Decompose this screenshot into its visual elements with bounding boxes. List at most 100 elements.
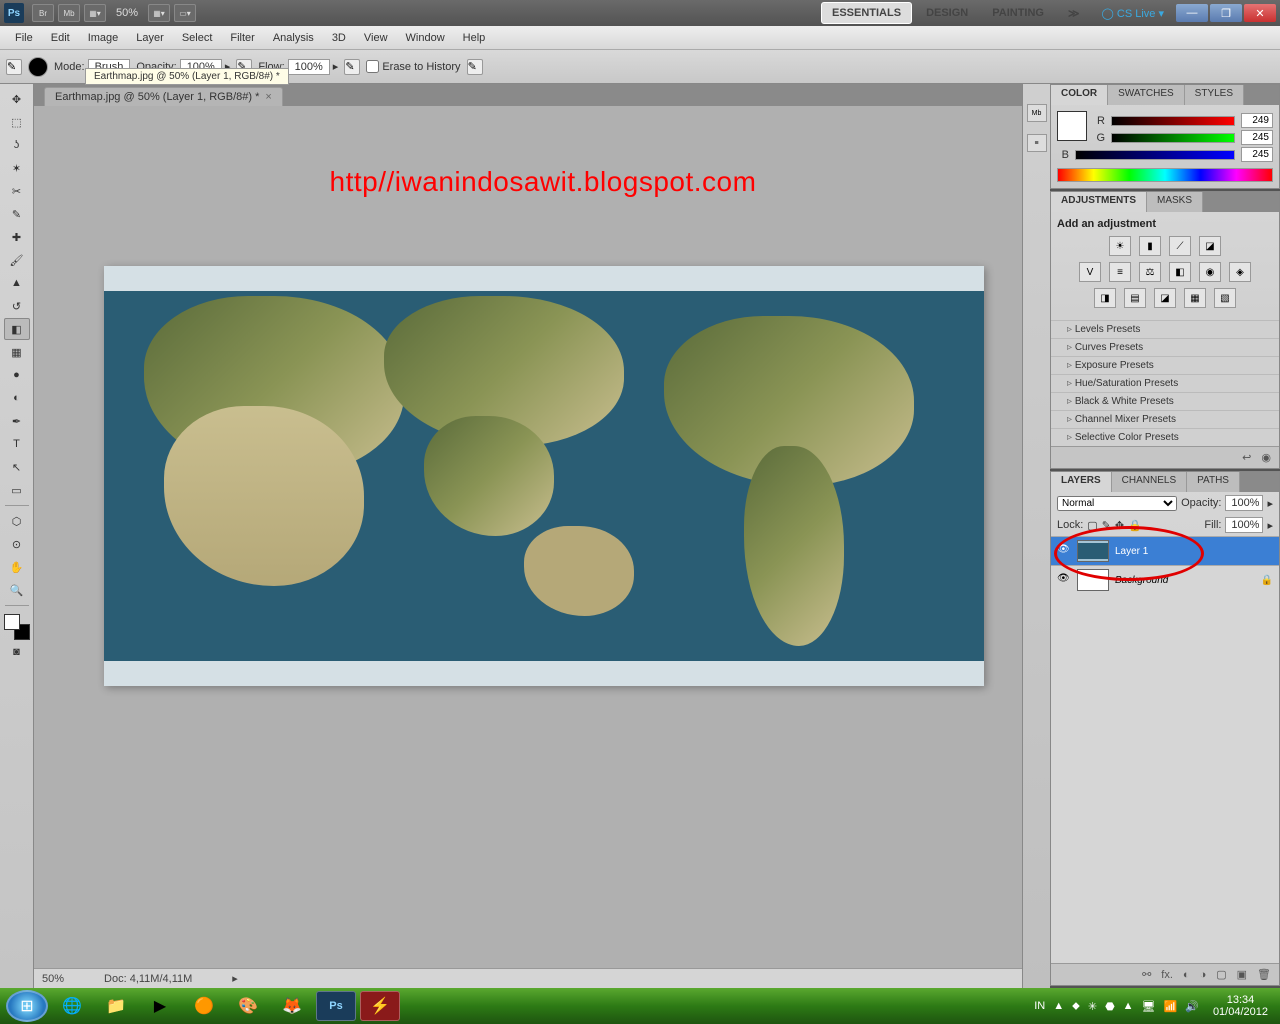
eyedropper-tool[interactable]: ✎ bbox=[4, 203, 30, 225]
preset-levels[interactable]: Levels Presets bbox=[1051, 320, 1279, 338]
3dcamera-tool[interactable]: ⊙ bbox=[4, 533, 30, 555]
tray-clock[interactable]: 13:34 01/04/2012 bbox=[1207, 994, 1274, 1018]
menu-window[interactable]: Window bbox=[397, 32, 454, 44]
status-doc-size[interactable]: Doc: 4,11M/4,11M bbox=[104, 973, 192, 985]
taskbar-ie-icon[interactable]: 🌐 bbox=[52, 991, 92, 1021]
layer-group-icon[interactable]: ▢ bbox=[1216, 968, 1226, 981]
zoom-tool[interactable]: 🔍 bbox=[4, 579, 30, 601]
pen-tool[interactable]: ✒ bbox=[4, 410, 30, 432]
brightness-icon[interactable]: ☀ bbox=[1109, 236, 1131, 256]
3d-tool[interactable]: ⬡ bbox=[4, 510, 30, 532]
adjustment-layer-icon[interactable]: ◑ bbox=[1200, 969, 1207, 981]
lock-pixels-icon[interactable]: ✎ bbox=[1102, 519, 1111, 532]
lock-position-icon[interactable]: ✥ bbox=[1115, 519, 1124, 532]
link-layers-icon[interactable]: ⚯ bbox=[1142, 968, 1151, 981]
b-slider[interactable] bbox=[1075, 150, 1235, 160]
layer-row-background[interactable]: 👁 Background 🔒 bbox=[1051, 565, 1279, 594]
taskbar-media-icon[interactable]: ▶ bbox=[140, 991, 180, 1021]
flow-input[interactable]: 100% bbox=[288, 59, 330, 75]
brush-tool[interactable]: 🖌 bbox=[4, 249, 30, 271]
preset-selectivecolor[interactable]: Selective Color Presets bbox=[1051, 428, 1279, 446]
tray-icon[interactable]: ⬥ bbox=[1072, 1000, 1080, 1013]
hue-icon[interactable]: ≡ bbox=[1109, 262, 1131, 282]
blend-mode-select[interactable]: Normal bbox=[1057, 496, 1177, 511]
preset-curves[interactable]: Curves Presets bbox=[1051, 338, 1279, 356]
channelmixer-icon[interactable]: ◈ bbox=[1229, 262, 1251, 282]
selectivecolor-icon[interactable]: ▧ bbox=[1214, 288, 1236, 308]
layer-fx-icon[interactable]: fx. bbox=[1161, 969, 1173, 981]
cslive-button[interactable]: ◯ CS Live ▾ bbox=[1102, 7, 1164, 20]
threshold-icon[interactable]: ◪ bbox=[1154, 288, 1176, 308]
minibridge-panel-icon[interactable]: Mb bbox=[1027, 104, 1047, 122]
foreground-color-swatch[interactable] bbox=[1057, 111, 1087, 141]
menu-view[interactable]: View bbox=[355, 32, 397, 44]
start-button[interactable]: ⊞ bbox=[6, 990, 48, 1022]
workspace-design[interactable]: DESIGN bbox=[916, 3, 978, 23]
taskbar-app1-icon[interactable]: 🟠 bbox=[184, 991, 224, 1021]
taskbar-flash-icon[interactable]: ⚡ bbox=[360, 991, 400, 1021]
adj-return-icon[interactable]: ↩ bbox=[1242, 451, 1251, 464]
viewextras-button[interactable]: ▦▾ bbox=[84, 4, 106, 22]
fill-input[interactable]: 100% bbox=[1225, 517, 1263, 533]
tab-adjustments[interactable]: ADJUSTMENTS bbox=[1051, 192, 1147, 212]
menu-3d[interactable]: 3D bbox=[323, 32, 355, 44]
color-spectrum[interactable] bbox=[1057, 168, 1273, 182]
tray-flag-icon[interactable]: ▲ bbox=[1053, 1000, 1064, 1012]
gradientmap-icon[interactable]: ▦ bbox=[1184, 288, 1206, 308]
menu-image[interactable]: Image bbox=[79, 32, 128, 44]
tablet-size-icon[interactable]: ✎ bbox=[467, 59, 483, 75]
visibility-icon[interactable]: 👁 bbox=[1057, 573, 1071, 587]
g-slider[interactable] bbox=[1111, 133, 1235, 143]
quickselect-tool[interactable]: ✶ bbox=[4, 157, 30, 179]
tray-network-icon[interactable]: 📶 bbox=[1164, 1000, 1178, 1013]
quickmask-tool[interactable]: ◙ bbox=[4, 641, 30, 663]
layer-mask-icon[interactable]: ◐ bbox=[1183, 969, 1190, 981]
tray-icon[interactable]: ✳ bbox=[1088, 1000, 1097, 1013]
lock-all-icon[interactable]: 🔒 bbox=[1128, 519, 1142, 532]
r-input[interactable]: 249 bbox=[1241, 113, 1273, 128]
layer-name[interactable]: Layer 1 bbox=[1115, 546, 1273, 557]
tab-layers[interactable]: LAYERS bbox=[1051, 472, 1112, 492]
taskbar-explorer-icon[interactable]: 📁 bbox=[96, 991, 136, 1021]
layer-thumbnail[interactable] bbox=[1077, 569, 1109, 591]
stamp-tool[interactable]: ▲ bbox=[4, 272, 30, 294]
preset-hue[interactable]: Hue/Saturation Presets bbox=[1051, 374, 1279, 392]
menu-help[interactable]: Help bbox=[454, 32, 495, 44]
menu-analysis[interactable]: Analysis bbox=[264, 32, 323, 44]
window-minimize-icon[interactable]: — bbox=[1176, 4, 1208, 22]
zoom-level[interactable]: 50% bbox=[116, 7, 138, 19]
tab-color[interactable]: COLOR bbox=[1051, 85, 1108, 105]
tray-icon[interactable]: ⬣ bbox=[1105, 1000, 1115, 1013]
curves-icon[interactable]: ⟋ bbox=[1169, 236, 1191, 256]
healing-tool[interactable]: ✚ bbox=[4, 226, 30, 248]
lock-transparent-icon[interactable]: ▢ bbox=[1087, 519, 1097, 532]
taskbar-paint-icon[interactable]: 🎨 bbox=[228, 991, 268, 1021]
tab-paths[interactable]: PATHS bbox=[1187, 472, 1240, 492]
exposure-icon[interactable]: ◪ bbox=[1199, 236, 1221, 256]
layer-thumbnail[interactable] bbox=[1077, 540, 1109, 562]
vibrance-icon[interactable]: V bbox=[1079, 262, 1101, 282]
opacity-arrow-icon[interactable]: ▸ bbox=[1267, 497, 1273, 510]
tool-preset-icon[interactable]: ✎ bbox=[6, 59, 22, 75]
preset-exposure[interactable]: Exposure Presets bbox=[1051, 356, 1279, 374]
arrange-button[interactable]: ▦▾ bbox=[148, 4, 170, 22]
tray-icon[interactable]: 🖥 bbox=[1142, 1000, 1156, 1013]
preset-bw[interactable]: Black & White Presets bbox=[1051, 392, 1279, 410]
brush-preview-icon[interactable] bbox=[28, 57, 48, 77]
gradient-tool[interactable]: ▦ bbox=[4, 341, 30, 363]
airbrush-icon[interactable]: ✎ bbox=[344, 59, 360, 75]
new-layer-icon[interactable]: ▣ bbox=[1237, 968, 1247, 981]
r-slider[interactable] bbox=[1111, 116, 1235, 126]
hand-tool[interactable]: ✋ bbox=[4, 556, 30, 578]
bridge-button[interactable]: Br bbox=[32, 4, 54, 22]
type-tool[interactable]: T bbox=[4, 433, 30, 455]
canvas-area[interactable]: http//iwanindosawit.blogspot.com bbox=[34, 106, 1022, 968]
menu-layer[interactable]: Layer bbox=[127, 32, 173, 44]
bw-icon[interactable]: ◧ bbox=[1169, 262, 1191, 282]
crop-tool[interactable]: ✂ bbox=[4, 180, 30, 202]
tab-channels[interactable]: CHANNELS bbox=[1112, 472, 1187, 492]
tray-volume-icon[interactable]: 🔊 bbox=[1185, 1000, 1199, 1013]
flow-flyout-icon[interactable]: ▸ bbox=[333, 60, 339, 73]
tab-styles[interactable]: STYLES bbox=[1185, 85, 1244, 105]
screenmode-button[interactable]: ▭▾ bbox=[174, 4, 196, 22]
